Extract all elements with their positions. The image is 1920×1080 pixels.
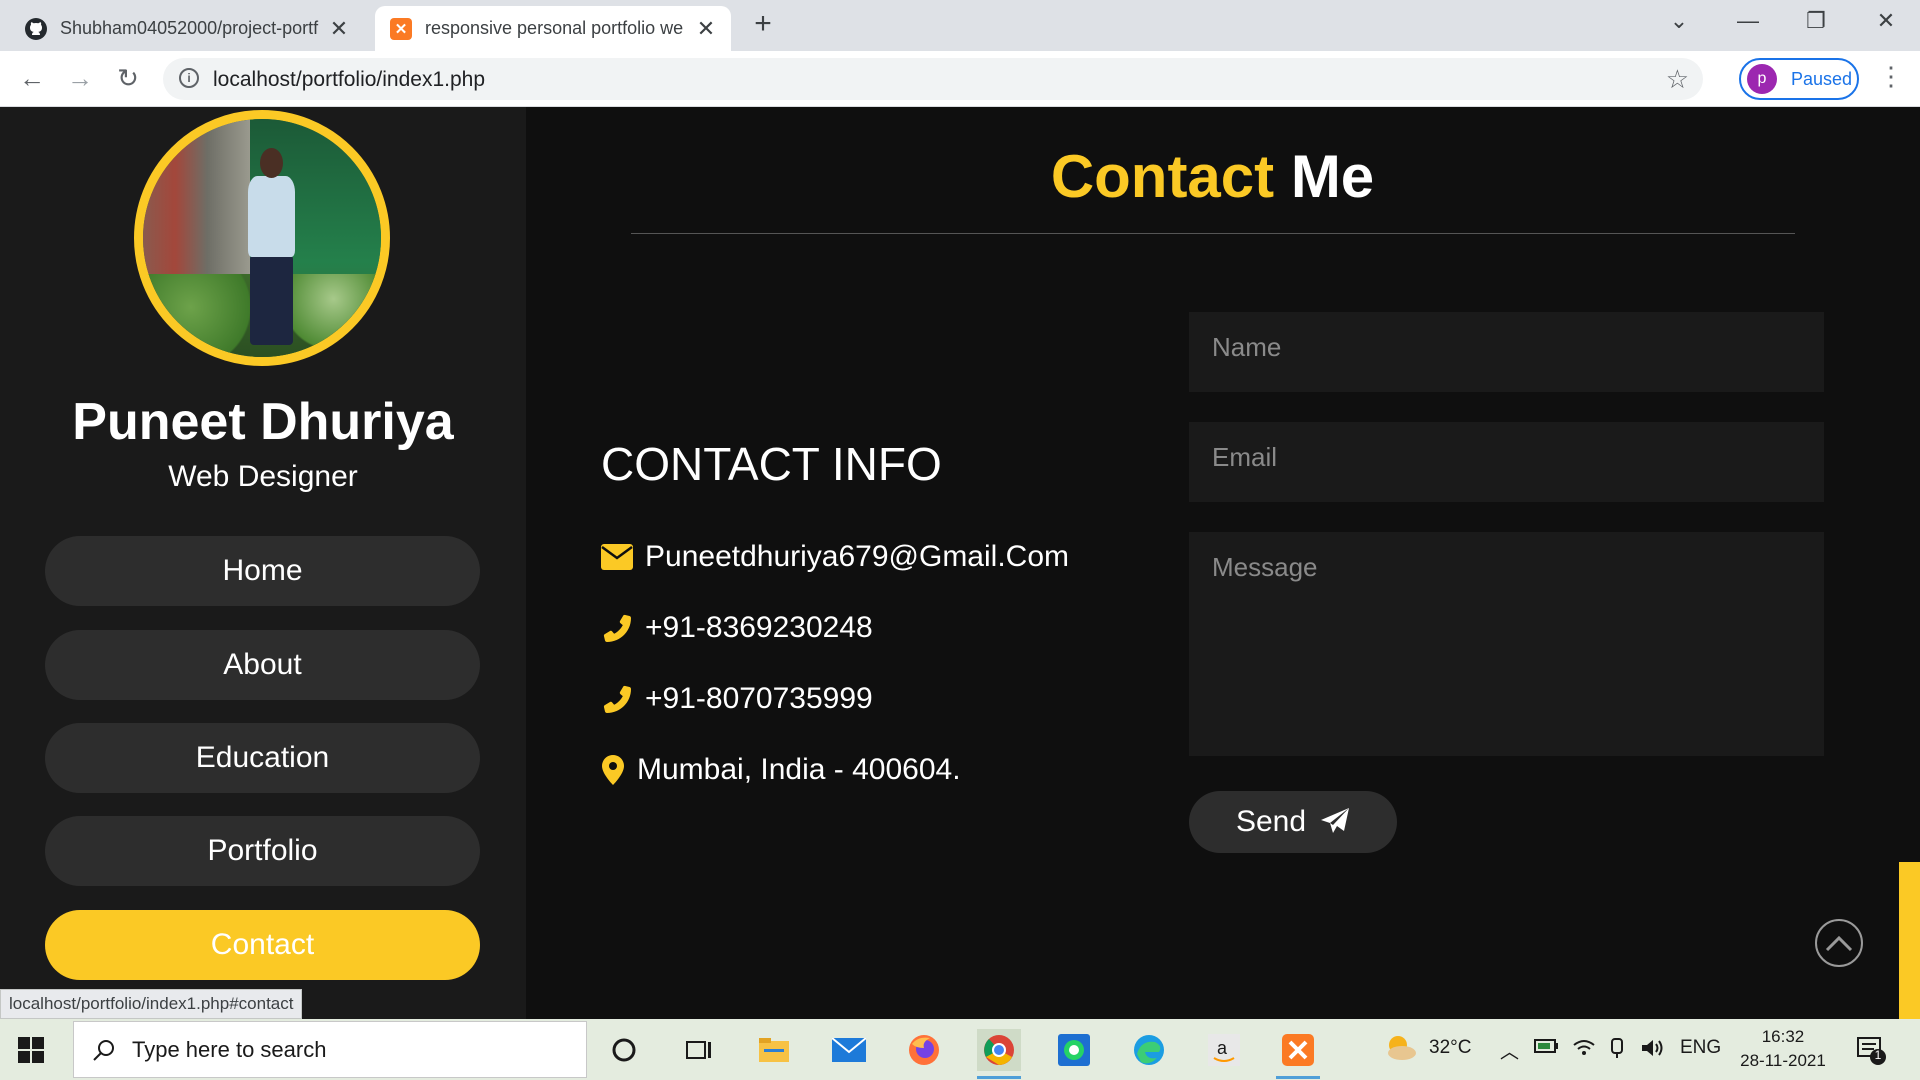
mail-icon[interactable] <box>827 1029 871 1071</box>
nav-home[interactable]: Home <box>45 536 480 606</box>
contact-phone-1: +91-8369230248 <box>645 611 873 644</box>
page-viewport: Puneet Dhuriya Web Designer Home About E… <box>0 107 1920 1019</box>
name-field[interactable]: Name <box>1189 312 1824 392</box>
paper-plane-icon <box>1321 808 1350 833</box>
taskbar: Type here to search a 32°C ︿ ENG 16:32 2… <box>0 1019 1920 1080</box>
send-label: Send <box>1235 805 1307 838</box>
clock-date: 28-11-2021 <box>1740 1051 1826 1070</box>
close-icon[interactable]: ✕ <box>328 16 350 42</box>
contact-phone-row-1: +91-8369230248 <box>599 608 873 648</box>
nav-portfolio[interactable]: Portfolio <box>45 816 480 886</box>
profile-role: Web Designer <box>168 460 358 493</box>
section-heading: Contact Me <box>526 142 1899 211</box>
envelope-icon <box>599 539 635 575</box>
address-url[interactable]: localhost/portfolio/index1.php <box>213 68 485 92</box>
windows-start-icon[interactable] <box>18 1037 44 1063</box>
new-tab-button[interactable]: + <box>748 9 778 40</box>
contact-email-row: Puneetdhuriya679@Gmail.Com <box>599 537 1069 577</box>
browser-toolbar: ← → ↻ i localhost/portfolio/index1.php ☆… <box>0 51 1920 107</box>
github-icon <box>24 17 48 41</box>
file-explorer-icon[interactable] <box>752 1029 796 1071</box>
profile-button[interactable]: p Paused <box>1739 58 1859 100</box>
speaker-icon[interactable] <box>1640 1037 1666 1065</box>
taskbar-search-placeholder: Type here to search <box>132 1036 327 1062</box>
menu-kebab-icon[interactable]: ⋮ <box>1878 61 1904 92</box>
battery-icon[interactable] <box>1534 1037 1560 1061</box>
contact-address: Mumbai, India - 400604. <box>637 753 961 786</box>
phone-icon <box>599 681 635 717</box>
taskbar-search-box[interactable]: Type here to search <box>73 1021 587 1078</box>
clock-time: 16:32 <box>1761 1027 1805 1046</box>
heading-divider <box>631 233 1795 234</box>
scrollbar-thumb[interactable] <box>1899 862 1920 1019</box>
back-arrow-icon[interactable]: ← <box>14 61 50 97</box>
tray-chevron-up-icon[interactable]: ︿ <box>1500 1037 1519 1064</box>
email-field[interactable]: Email <box>1189 422 1824 502</box>
address-bar[interactable]: i localhost/portfolio/index1.php ☆ <box>163 58 1703 100</box>
heading-highlight: Contact <box>1050 143 1275 210</box>
window-close-icon[interactable]: ✕ <box>1866 8 1906 34</box>
reload-icon[interactable]: ↻ <box>110 61 146 97</box>
firefox-icon[interactable] <box>902 1029 946 1071</box>
whatsapp-icon[interactable] <box>1052 1029 1096 1071</box>
sidebar: Puneet Dhuriya Web Designer Home About E… <box>0 107 526 1019</box>
xampp-icon: ✕ <box>389 17 413 41</box>
bookmark-star-icon[interactable]: ☆ <box>1666 64 1689 95</box>
tab-portfolio[interactable]: ✕ responsive personal portfolio we ✕ <box>375 6 731 51</box>
contact-info-title: CONTACT INFO <box>601 438 942 490</box>
message-field[interactable]: Message <box>1189 532 1824 756</box>
contact-phone-row-2: +91-8070735999 <box>599 679 873 719</box>
amazon-icon[interactable]: a <box>1202 1029 1246 1071</box>
chevron-up-icon <box>1825 935 1853 952</box>
contact-phone-2: +91-8070735999 <box>645 682 873 715</box>
cortana-icon[interactable] <box>602 1029 646 1071</box>
profile-name: Puneet Dhuriya <box>72 393 454 451</box>
heading-rest: Me <box>1290 143 1375 210</box>
tab-search-chevron-icon[interactable]: ⌄ <box>1659 8 1699 34</box>
site-info-icon[interactable]: i <box>179 68 199 88</box>
nav-contact[interactable]: Contact <box>45 910 480 980</box>
weather-temperature[interactable]: 32°C <box>1429 1037 1471 1059</box>
map-marker-icon <box>599 752 627 788</box>
language-indicator[interactable]: ENG <box>1680 1037 1721 1059</box>
profile-avatar: p <box>1747 64 1777 94</box>
send-button[interactable]: Send <box>1189 791 1397 853</box>
browser-tab-bar: Shubham04052000/project-portf ✕ ✕ respon… <box>0 0 1920 51</box>
status-bar-url: localhost/portfolio/index1.php#contact <box>0 989 303 1019</box>
contact-section: Contact Me CONTACT INFO Puneetdhuriya679… <box>526 107 1899 1019</box>
minimize-icon[interactable]: — <box>1728 8 1768 34</box>
phone-icon <box>599 610 635 646</box>
taskbar-clock[interactable]: 16:32 28-11-2021 <box>1728 1025 1838 1073</box>
weather-icon[interactable] <box>1382 1031 1418 1069</box>
edge-icon[interactable] <box>1127 1029 1171 1071</box>
notification-count: 1 <box>1874 1048 1882 1062</box>
tab-github[interactable]: Shubham04052000/project-portf ✕ <box>10 6 364 51</box>
search-icon <box>93 1039 114 1061</box>
contact-email: Puneetdhuriya679@Gmail.Com <box>645 540 1069 573</box>
wifi-icon[interactable] <box>1572 1037 1596 1063</box>
xampp-icon[interactable] <box>1276 1029 1320 1079</box>
task-view-icon[interactable] <box>677 1029 721 1071</box>
nav-about[interactable]: About <box>45 630 480 700</box>
close-icon[interactable]: ✕ <box>695 16 717 42</box>
svg-text:a: a <box>1217 1038 1228 1058</box>
nav-education[interactable]: Education <box>45 723 480 793</box>
profile-photo <box>134 110 390 366</box>
mic-icon[interactable] <box>1607 1037 1627 1065</box>
forward-arrow-icon[interactable]: → <box>62 61 98 97</box>
contact-address-row: Mumbai, India - 400604. <box>599 750 961 790</box>
notification-icon[interactable]: 1 <box>1856 1035 1886 1065</box>
tab-title: Shubham04052000/project-portf <box>60 18 319 38</box>
tab-title: responsive personal portfolio we <box>425 18 684 38</box>
restore-icon[interactable]: ❐ <box>1796 8 1836 34</box>
profile-status: Paused <box>1791 68 1853 89</box>
chrome-icon[interactable] <box>977 1029 1021 1079</box>
scroll-to-top-button[interactable] <box>1815 919 1863 967</box>
